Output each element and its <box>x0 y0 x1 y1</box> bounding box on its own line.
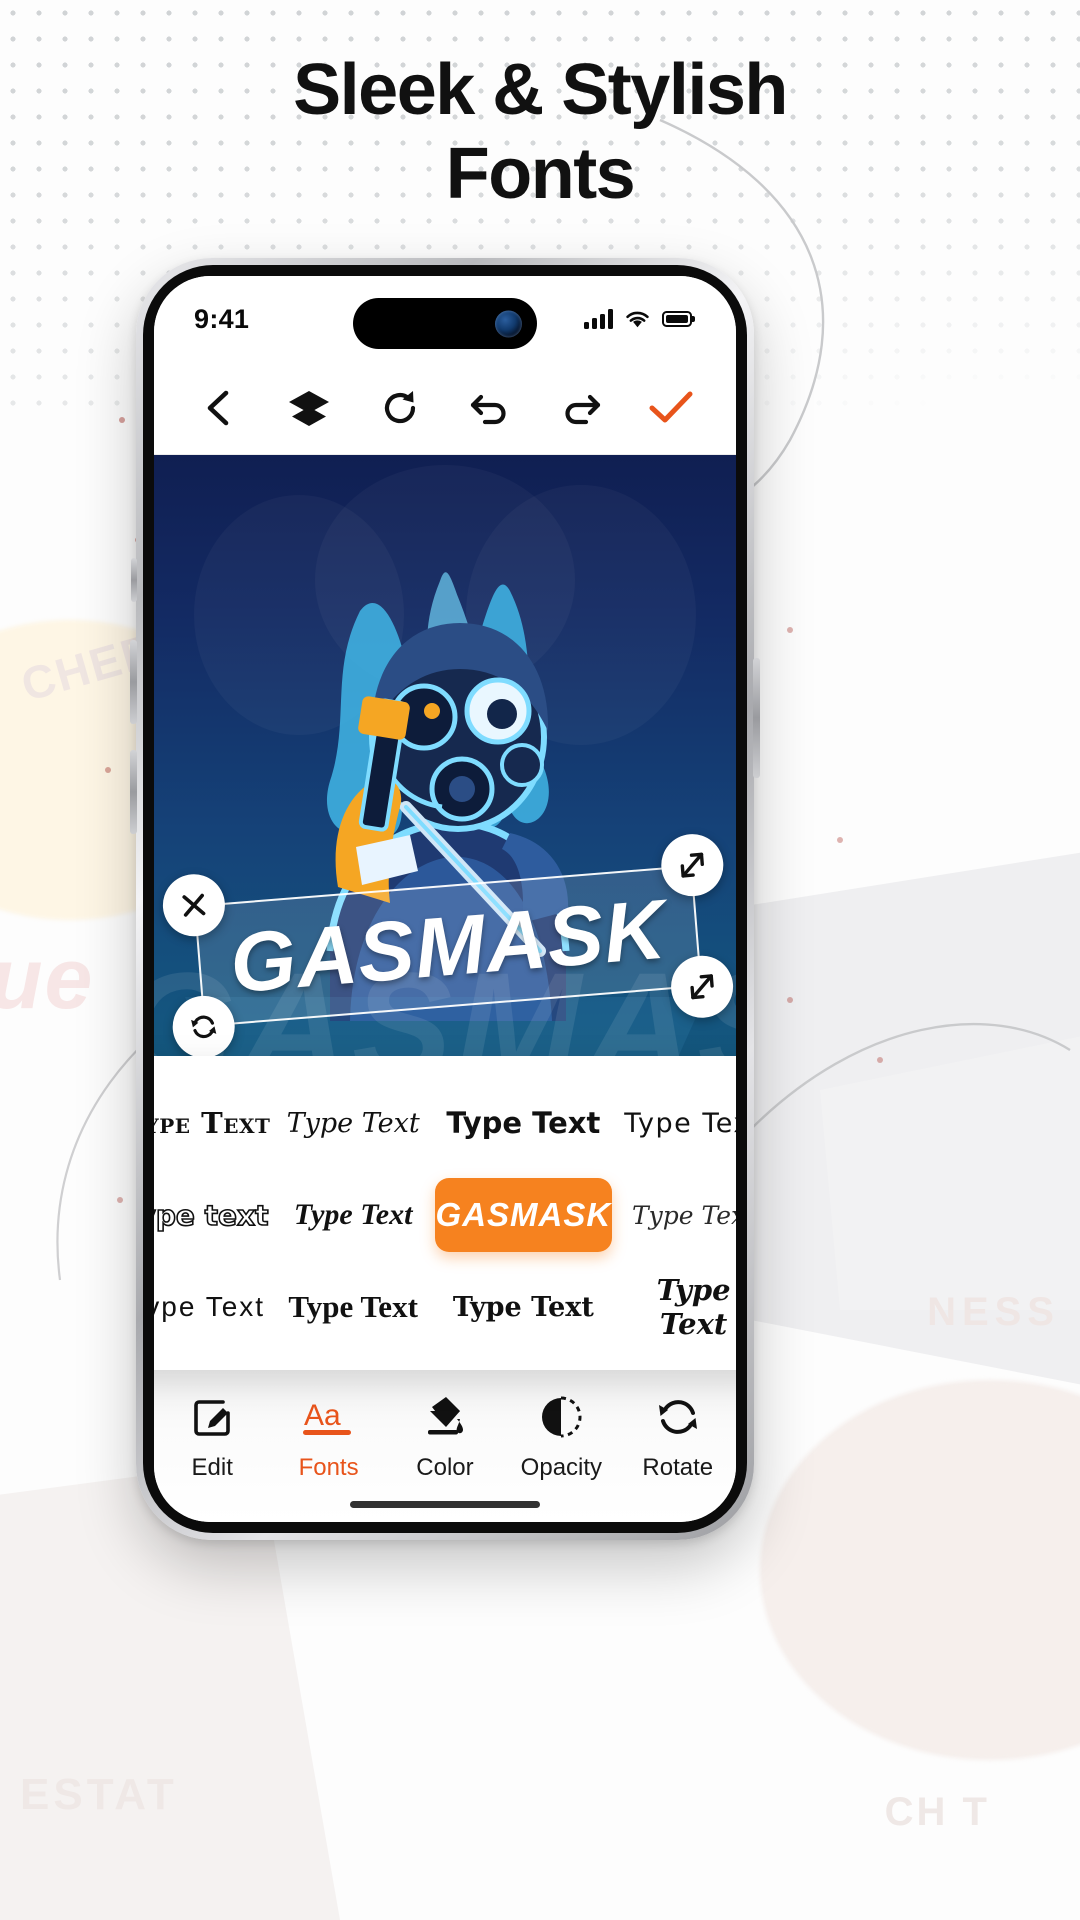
rotate-icon <box>656 1392 700 1442</box>
font-aa-icon: Aa <box>302 1392 356 1442</box>
font-option[interactable]: Type Text <box>432 1090 616 1156</box>
font-option[interactable]: Type Text <box>615 1090 736 1156</box>
undo-button[interactable] <box>459 377 521 439</box>
ghost-logo-bottom-right: CH T <box>884 1790 990 1834</box>
tab-rotate-label: Rotate <box>642 1454 714 1481</box>
font-option[interactable]: Type Text <box>275 1274 432 1340</box>
phone-screen: 9:41 ASMA GASMASK Edit Aa Fonts Color Op… <box>154 276 736 1522</box>
ghost-logo-bottom-left: ESTAT <box>20 1770 178 1819</box>
front-camera-icon <box>495 310 522 337</box>
phone-power-button <box>753 658 760 778</box>
status-icons <box>584 309 692 329</box>
rotate-icon <box>191 1015 217 1039</box>
font-option[interactable]: Type Text <box>615 1273 736 1341</box>
home-indicator <box>350 1501 540 1508</box>
layers-button[interactable] <box>278 377 340 439</box>
refresh-icon <box>384 391 415 424</box>
close-icon <box>182 893 206 917</box>
cellular-signal-icon <box>584 309 613 329</box>
confirm-button[interactable] <box>640 377 702 439</box>
resize-arrows-icon <box>680 852 704 878</box>
layers-icon <box>289 391 330 426</box>
editor-toolbar <box>154 362 736 454</box>
font-option[interactable]: Type Text <box>154 1274 275 1340</box>
edit-pencil-icon <box>190 1392 234 1442</box>
tab-edit[interactable]: Edit <box>158 1392 266 1482</box>
tab-color[interactable]: Color <box>391 1392 499 1482</box>
contrast-icon <box>539 1392 583 1442</box>
battery-icon <box>662 311 692 327</box>
tab-opacity-label: Opacity <box>520 1454 603 1481</box>
status-time: 9:41 <box>194 303 250 334</box>
svg-text:Aa: Aa <box>304 1399 341 1432</box>
headline-line-2: Fonts <box>445 134 636 215</box>
back-button[interactable] <box>188 377 250 439</box>
dynamic-island <box>353 298 537 349</box>
redo-button[interactable] <box>550 377 612 439</box>
tab-fonts[interactable]: Aa Fonts <box>275 1392 383 1482</box>
tab-edit-label: Edit <box>191 1454 233 1481</box>
chevron-left-icon <box>207 390 229 426</box>
font-picker-panel: Type TextType TextType TextType Texttype… <box>154 1056 736 1370</box>
phone-volume-down-button <box>130 750 137 834</box>
font-option[interactable]: Type Text <box>275 1090 432 1156</box>
page-title: Sleek & Stylish Fonts <box>0 48 1080 216</box>
font-option[interactable]: Type Text <box>154 1090 275 1156</box>
font-option-selected[interactable]: GASMASK <box>435 1178 612 1252</box>
undo-icon <box>471 394 506 425</box>
font-option[interactable]: Type Text <box>432 1274 616 1340</box>
font-option[interactable]: Type Text <box>275 1182 432 1248</box>
status-bar: 9:41 <box>154 276 736 362</box>
tab-rotate[interactable]: Rotate <box>624 1392 732 1482</box>
resize-arrows-icon <box>690 974 714 1000</box>
headline-line-1: Sleek & Stylish <box>293 50 788 130</box>
paint-bucket-icon <box>422 1392 468 1442</box>
tab-fonts-label: Fonts <box>298 1454 359 1481</box>
phone-mute-switch <box>131 558 137 602</box>
phone-mockup: 9:41 ASMA GASMASK Edit Aa Fonts Color Op… <box>130 258 760 1540</box>
wifi-icon <box>626 311 649 328</box>
phone-volume-up-button <box>130 640 137 724</box>
font-grid: Type TextType TextType TextType Texttype… <box>154 1090 736 1341</box>
font-option[interactable]: Type Text <box>615 1182 736 1248</box>
redo-icon <box>565 394 600 425</box>
tab-color-label: Color <box>416 1454 474 1481</box>
tab-opacity[interactable]: Opacity <box>507 1392 615 1482</box>
checkmark-icon <box>649 391 693 423</box>
font-option[interactable]: type text <box>154 1182 275 1248</box>
reset-button[interactable] <box>369 377 431 439</box>
bottom-tab-bar: Edit Aa Fonts Color Opacity Rotate <box>154 1370 736 1522</box>
